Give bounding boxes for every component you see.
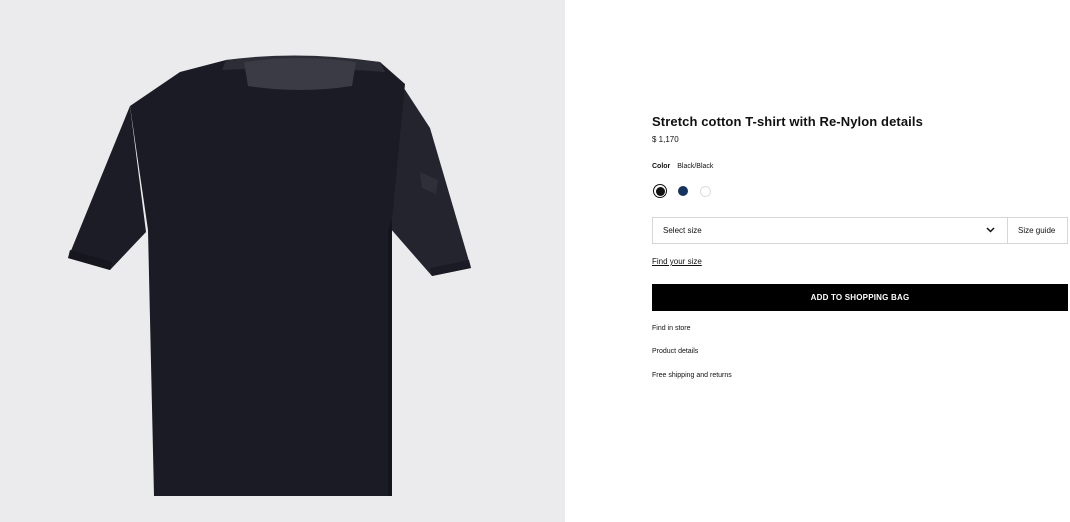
color-label: Color — [652, 163, 671, 170]
size-guide-button[interactable]: Size guide — [1008, 218, 1068, 243]
swatch-black-dot — [655, 186, 665, 196]
product-info-panel: Stretch cotton T-shirt with Re-Nylon det… — [652, 0, 1068, 522]
selected-color-value: Black/Black — [677, 163, 714, 170]
swatch-white[interactable] — [698, 184, 712, 198]
product-title: Stretch cotton T-shirt with Re-Nylon det… — [652, 114, 923, 129]
product-details-link[interactable]: Product details — [652, 348, 698, 355]
size-selector-box: Select size Size guide — [652, 217, 1068, 244]
shipping-returns-link[interactable]: Free shipping and returns — [652, 372, 732, 379]
product-price: $ 1,170 — [652, 135, 679, 144]
swatch-navy-dot — [678, 186, 688, 196]
size-guide-label: Size guide — [1018, 226, 1056, 235]
tshirt-image — [68, 55, 471, 496]
find-in-store-link[interactable]: Find in store — [652, 325, 691, 332]
color-row: Color Black/Black — [652, 163, 713, 170]
swatch-white-dot — [699, 185, 711, 197]
swatch-black[interactable] — [653, 184, 667, 198]
product-image-pane — [0, 0, 565, 522]
size-select-dropdown[interactable]: Select size — [653, 218, 1008, 243]
chevron-down-icon — [986, 227, 995, 233]
size-select-label: Select size — [663, 226, 702, 235]
swatch-navy[interactable] — [676, 184, 690, 198]
add-to-bag-button[interactable]: ADD TO SHOPPING BAG — [652, 284, 1068, 311]
find-your-size-link[interactable]: Find your size — [652, 257, 702, 266]
